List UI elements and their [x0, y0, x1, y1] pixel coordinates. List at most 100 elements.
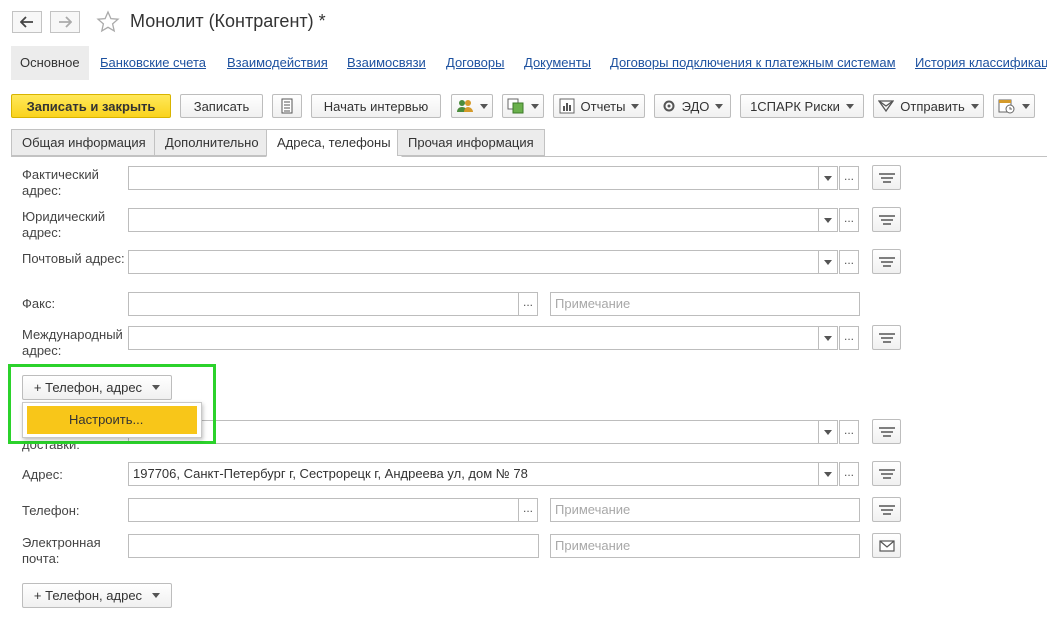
reports-button[interactable]: Отчеты — [553, 94, 645, 118]
nav-documents[interactable]: Документы — [524, 46, 591, 80]
send-icon — [878, 100, 895, 113]
actual-address-menu-button[interactable] — [872, 165, 901, 190]
tab-additional[interactable]: Дополнительно — [154, 129, 270, 156]
address-label: Адрес: — [22, 467, 63, 482]
ellipsis-icon: ... — [522, 501, 533, 515]
tab-divider — [11, 156, 1047, 157]
nav-contracts[interactable]: Договоры — [446, 46, 504, 80]
schedule-button[interactable] — [993, 94, 1035, 118]
actual-address-input[interactable] — [128, 166, 819, 190]
menu-lines-icon — [878, 332, 895, 343]
chevron-down-icon — [715, 103, 724, 109]
create-based-icon — [507, 98, 524, 114]
save-and-close-button[interactable]: Записать и закрыть — [11, 94, 171, 118]
menu-lines-icon — [878, 256, 895, 267]
international-address-dropdown[interactable] — [818, 326, 838, 350]
menu-lines-icon — [878, 504, 895, 515]
ellipsis-icon: ... — [522, 295, 533, 309]
email-input[interactable] — [128, 534, 539, 558]
chevron-down-icon — [631, 103, 640, 109]
send-email-button[interactable] — [872, 533, 901, 558]
create-based-on-button[interactable] — [502, 94, 544, 118]
back-button[interactable] — [12, 11, 42, 33]
email-label: Электронная почта: — [22, 535, 101, 566]
phone-input[interactable] — [128, 498, 519, 522]
postal-address-menu-button[interactable] — [872, 249, 901, 274]
users-menu-button[interactable] — [451, 94, 493, 118]
address-dropdown[interactable] — [818, 462, 838, 486]
international-address-select[interactable]: ... — [839, 326, 859, 350]
ellipsis-icon: ... — [843, 423, 854, 437]
ellipsis-icon: ... — [843, 169, 854, 183]
send-button[interactable]: Отправить — [873, 94, 984, 118]
chevron-down-icon — [824, 217, 832, 223]
phone-select[interactable]: ... — [518, 498, 538, 522]
page-title: Монолит (Контрагент) * — [130, 11, 326, 31]
nav-main[interactable]: Основное — [11, 46, 89, 80]
chevron-down-icon — [480, 103, 488, 109]
postal-address-input[interactable] — [128, 250, 819, 274]
edo-button[interactable]: ЭДО — [654, 94, 731, 118]
international-address-menu-button[interactable] — [872, 325, 901, 350]
actual-address-dropdown[interactable] — [818, 166, 838, 190]
chevron-down-icon — [824, 259, 832, 265]
actual-address-label: Фактический адрес: — [22, 167, 99, 198]
settings-gear-icon — [663, 100, 675, 112]
legal-address-select[interactable]: ... — [839, 208, 859, 232]
favorite-star-icon[interactable] — [96, 10, 120, 34]
address-input[interactable]: 197706, Санкт-Петербург г, Сестрорецк г,… — [128, 462, 819, 486]
phone-note-input[interactable]: Примечание — [550, 498, 860, 522]
legal-address-dropdown[interactable] — [818, 208, 838, 232]
tab-addresses-phones[interactable]: Адреса, телефоны — [266, 129, 402, 157]
chevron-down-icon — [824, 429, 832, 435]
chevron-down-icon — [845, 103, 854, 109]
nav-relations[interactable]: Взаимосвязи — [347, 46, 426, 80]
postal-address-select[interactable]: ... — [839, 250, 859, 274]
forward-button[interactable] — [50, 11, 80, 33]
tab-other-info[interactable]: Прочая информация — [397, 129, 545, 156]
ellipsis-icon: ... — [843, 211, 854, 225]
tab-general-info[interactable]: Общая информация — [11, 129, 157, 156]
phone-label: Телефон: — [22, 503, 80, 518]
document-list-button[interactable] — [272, 94, 302, 118]
fax-select[interactable]: ... — [518, 292, 538, 316]
international-address-input[interactable] — [128, 326, 819, 350]
configure-menu-item[interactable]: Настроить... — [27, 406, 197, 434]
chevron-down-icon — [824, 471, 832, 477]
address-select[interactable]: ... — [839, 462, 859, 486]
ellipsis-icon: ... — [843, 329, 854, 343]
spark-risks-button[interactable]: 1СПАРК Риски — [740, 94, 864, 118]
postal-address-dropdown[interactable] — [818, 250, 838, 274]
chevron-down-icon — [152, 593, 161, 598]
users-icon — [457, 100, 473, 112]
fax-input[interactable] — [128, 292, 519, 316]
fax-note-input[interactable]: Примечание — [550, 292, 860, 316]
arrow-left-icon — [20, 16, 33, 28]
chevron-down-icon — [824, 175, 832, 181]
delivery-address-select[interactable]: ... — [839, 420, 859, 444]
menu-lines-icon — [878, 214, 895, 225]
menu-lines-icon — [878, 468, 895, 479]
save-button[interactable]: Записать — [180, 94, 263, 118]
nav-bank-accounts[interactable]: Банковские счета — [100, 46, 206, 80]
start-interview-button[interactable]: Начать интервью — [311, 94, 441, 118]
arrow-right-icon — [59, 16, 72, 28]
chevron-down-icon — [824, 335, 832, 341]
email-note-input[interactable]: Примечание — [550, 534, 860, 558]
phone-menu-button[interactable] — [872, 497, 901, 522]
address-menu-button[interactable] — [872, 461, 901, 486]
delivery-address-input[interactable] — [128, 420, 819, 444]
nav-classification-history[interactable]: История классификаци — [915, 46, 1047, 80]
chevron-down-icon — [531, 103, 539, 109]
delivery-address-menu-button[interactable] — [872, 419, 901, 444]
nav-interactions[interactable]: Взаимодействия — [227, 46, 328, 80]
legal-address-input[interactable] — [128, 208, 819, 232]
nav-payment-contracts[interactable]: Договоры подключения к платежным система… — [610, 46, 896, 80]
legal-address-menu-button[interactable] — [872, 207, 901, 232]
list-icon — [281, 98, 293, 114]
add-contact-button-bottom[interactable]: + Телефон, адрес — [22, 583, 172, 608]
delivery-address-dropdown[interactable] — [818, 420, 838, 444]
menu-lines-icon — [878, 426, 895, 437]
actual-address-select[interactable]: ... — [839, 166, 859, 190]
calendar-clock-icon — [998, 99, 1015, 114]
